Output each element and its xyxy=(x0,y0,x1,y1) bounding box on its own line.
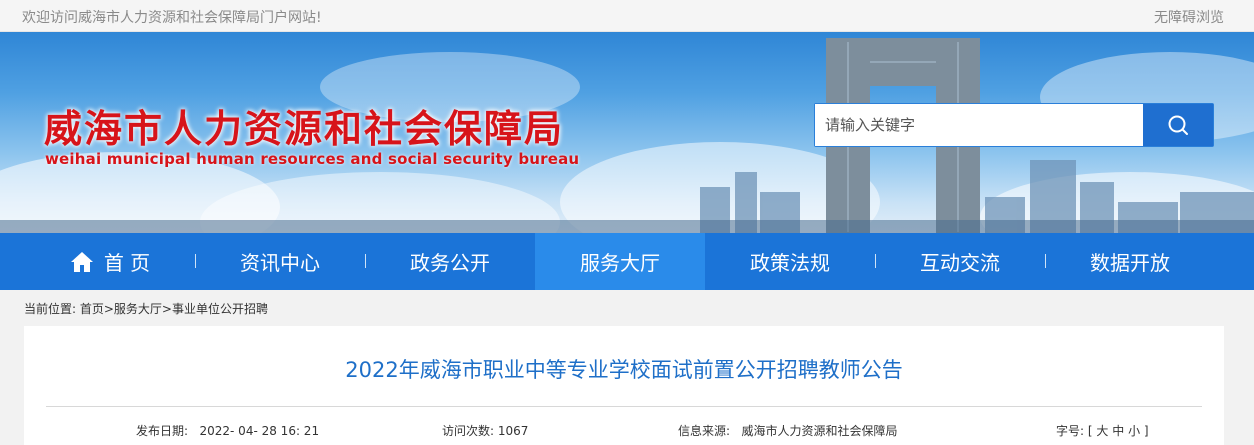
info-source: 信息来源: 威海市人力资源和社会保障局 xyxy=(678,422,898,439)
nav-item-home[interactable]: 首 页 xyxy=(25,233,195,290)
site-title-english: weihai municipal human resources and soc… xyxy=(45,150,580,168)
nav-label: 服务大厅 xyxy=(580,251,660,275)
nav-item-open-data[interactable]: 数据开放 xyxy=(1045,233,1215,290)
nav-item-government-affairs[interactable]: 政务公开 xyxy=(365,233,535,290)
nav-label: 政务公开 xyxy=(410,251,490,275)
nav-item-interaction[interactable]: 互动交流 xyxy=(875,233,1045,290)
breadcrumb-prefix: 当前位置: xyxy=(24,302,77,316)
nav-label: 资讯中心 xyxy=(240,251,320,275)
top-bar: 欢迎访问威海市人力资源和社会保障局门户网站! 无障碍浏览 xyxy=(0,0,1254,32)
font-size-large-button[interactable]: 大 xyxy=(1096,424,1108,438)
search-icon xyxy=(1168,115,1188,135)
nav-item-service-hall[interactable]: 服务大厅 xyxy=(535,233,705,290)
search-box xyxy=(814,103,1214,147)
nav-item-news[interactable]: 资讯中心 xyxy=(195,233,365,290)
publish-date-label: 发布日期: xyxy=(136,424,189,438)
publish-date: 发布日期: 2022- 04- 28 16: 21 xyxy=(136,422,319,439)
welcome-text: 欢迎访问威海市人力资源和社会保障局门户网站! xyxy=(22,10,322,26)
home-icon xyxy=(70,251,93,272)
accessibility-link[interactable]: 无障碍浏览 xyxy=(1154,7,1224,27)
visit-count-label: 访问次数: xyxy=(442,424,495,438)
header-banner: 威海市人力资源和社会保障局 weihai municipal human res… xyxy=(0,32,1254,233)
font-size-label: 字号: xyxy=(1056,424,1085,438)
nav-label: 首 页 xyxy=(103,251,151,275)
nav-label: 数据开放 xyxy=(1090,251,1170,275)
visit-count-value: 1067 xyxy=(497,424,529,438)
site-title-chinese: 威海市人力资源和社会保障局 xyxy=(44,107,565,151)
breadcrumb-path[interactable]: 首页>服务大厅>事业单位公开招聘 xyxy=(80,302,268,316)
visit-count: 访问次数: 1067 xyxy=(442,422,528,439)
breadcrumb: 当前位置: 首页>服务大厅>事业单位公开招聘 xyxy=(24,300,268,317)
info-source-value: 威海市人力资源和社会保障局 xyxy=(741,424,898,438)
info-source-label: 信息来源: xyxy=(678,424,731,438)
search-input[interactable] xyxy=(815,104,1143,146)
divider xyxy=(46,406,1202,407)
font-size-small-button[interactable]: 小 xyxy=(1128,424,1140,438)
nav-label: 政策法规 xyxy=(750,251,830,275)
nav-item-policies[interactable]: 政策法规 xyxy=(705,233,875,290)
article-card: 2022年威海市职业中等专业学校面试前置公开招聘教师公告 发布日期: 2022-… xyxy=(24,326,1224,445)
font-size-bracket-open: [ xyxy=(1087,424,1093,438)
font-size-medium-button[interactable]: 中 xyxy=(1112,424,1124,438)
article-title: 2022年威海市职业中等专业学校面试前置公开招聘教师公告 xyxy=(345,358,903,382)
main-nav: 首 页 资讯中心 政务公开 服务大厅 政策法规 互动交流 数据开放 xyxy=(0,233,1254,290)
font-size-bracket-close: ] xyxy=(1143,424,1149,438)
search-button[interactable] xyxy=(1143,104,1213,146)
font-size-control: 字号: [ 大 中 小 ] xyxy=(1056,422,1149,439)
nav-label: 互动交流 xyxy=(920,251,1000,275)
publish-date-value: 2022- 04- 28 16: 21 xyxy=(199,424,320,438)
